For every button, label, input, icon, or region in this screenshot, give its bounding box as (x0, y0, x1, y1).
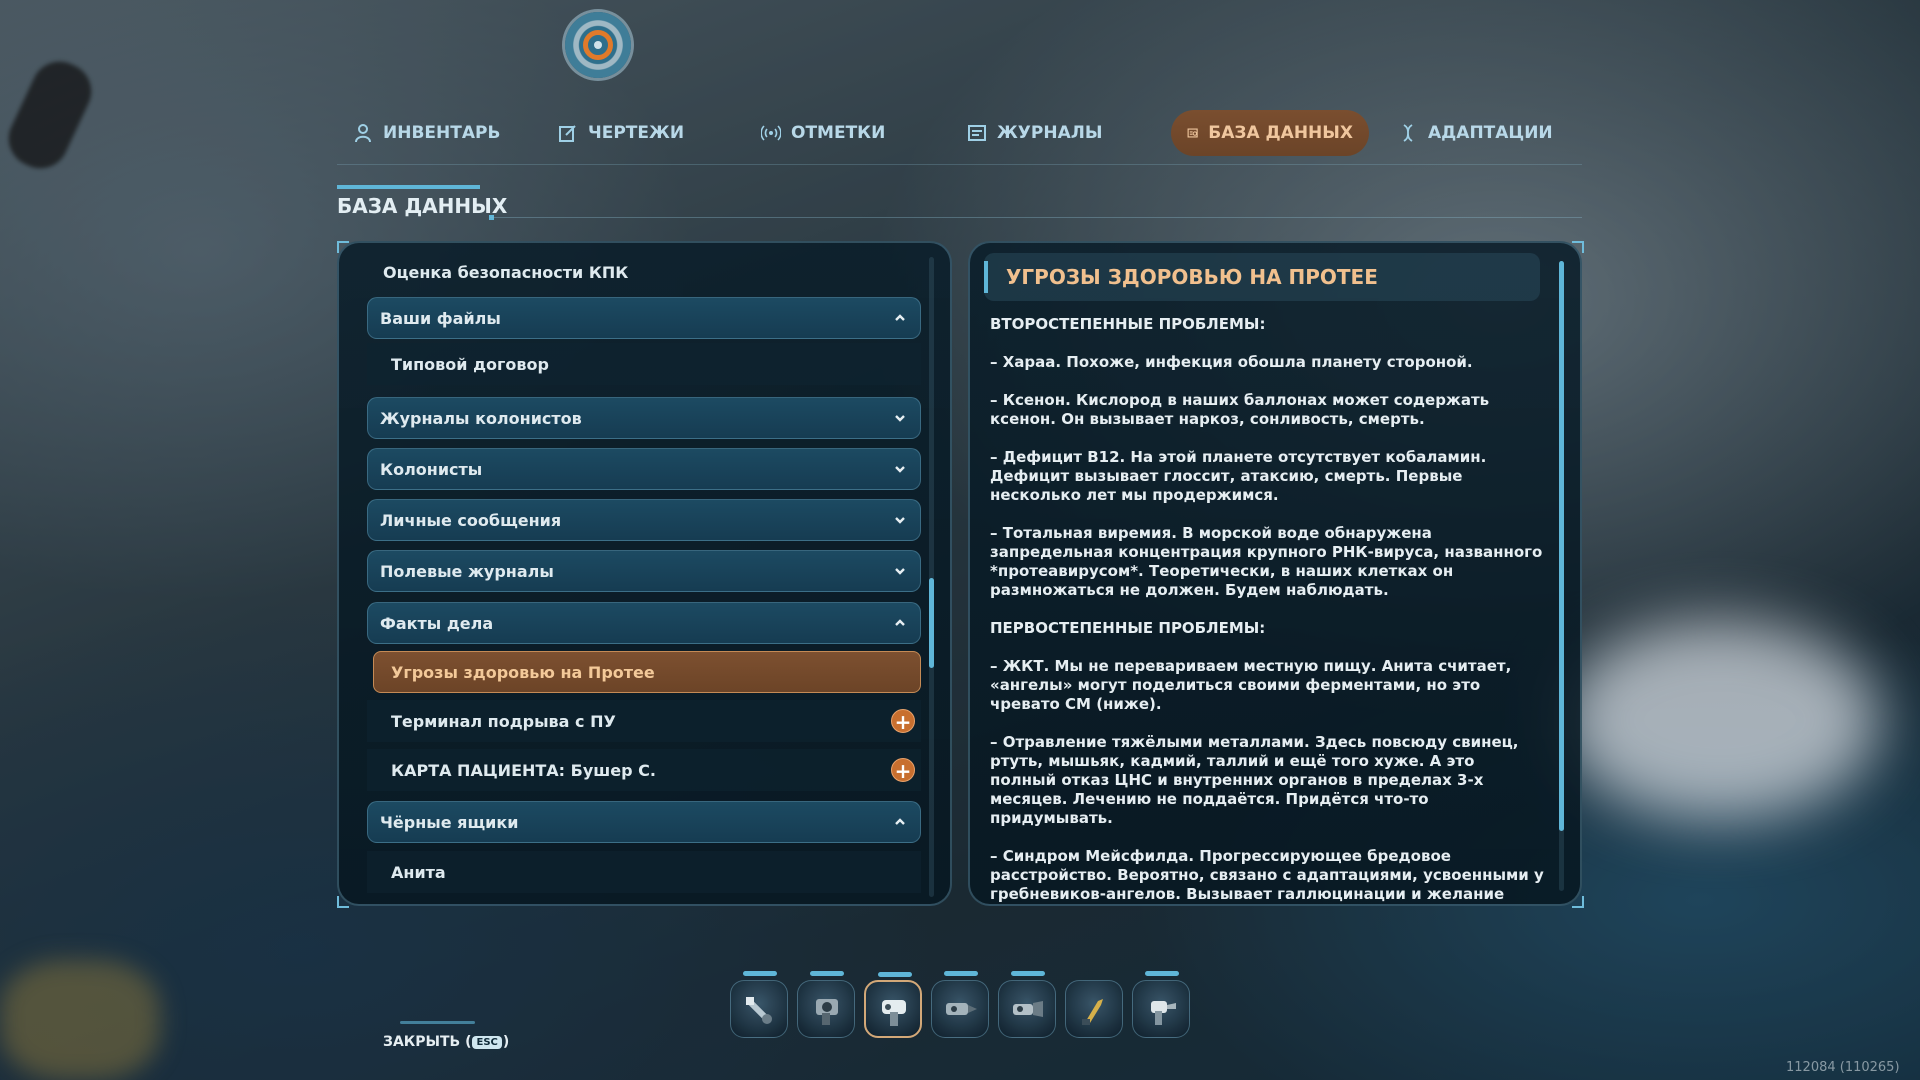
category-black-boxes[interactable]: Чёрные ящики (367, 801, 921, 843)
list-item[interactable]: Терминал подрыва с ПУ + (367, 700, 921, 742)
close-button[interactable]: ЗАКРЫТЬ (ESC) (383, 1034, 509, 1050)
chevron-down-icon (895, 517, 905, 524)
quick-slot-5[interactable] (998, 971, 1056, 1038)
tab-label: ОТМЕТКИ (791, 123, 886, 143)
article-heading: ПЕРВОСТЕПЕННЫЕ ПРОБЛЕМЫ: (990, 619, 1266, 637)
database-icon (1187, 128, 1198, 138)
article-paragraph: – Ксенон. Кислород в наших баллонах може… (990, 391, 1490, 428)
background-light (1560, 620, 1880, 820)
builder-tool-icon (882, 1000, 906, 1026)
tab-inventory[interactable]: ИНВЕНТАРЬ (337, 110, 516, 156)
list-item[interactable]: КАРТА ПАЦИЕНТА: Бушер С. + (367, 749, 921, 791)
slot-indicator (1145, 971, 1179, 976)
article-title: УГРОЗЫ ЗДОРОВЬЮ НА ПРОТЕЕ (1006, 265, 1378, 289)
spray-tool-icon (1151, 1001, 1176, 1025)
category-case-facts[interactable]: Факты дела (367, 602, 921, 644)
list-item[interactable]: Анита (367, 851, 921, 893)
tab-journals[interactable]: ЖУРНАЛЫ (951, 110, 1119, 156)
list-item-selected[interactable]: Угрозы здоровью на Протее (373, 651, 921, 693)
article-header: УГРОЗЫ ЗДОРОВЬЮ НА ПРОТЕЕ (984, 253, 1540, 301)
category-field-logs[interactable]: Полевые журналы (367, 550, 921, 592)
slot-indicator (944, 971, 978, 976)
quick-slot-4[interactable] (931, 971, 989, 1038)
signal-broadcast-icon (761, 125, 781, 141)
category-colonists[interactable]: Колонисты (367, 448, 921, 490)
article-paragraph: – ЖКТ. Мы не перевариваем местную пищу. … (990, 657, 1512, 713)
repair-tool-icon (816, 999, 838, 1025)
article-paragraph: – Дефицит B12. На этой планете отсутству… (990, 448, 1487, 504)
chevron-down-icon (895, 466, 905, 473)
scanner-tool-icon (746, 997, 772, 1024)
new-entry-plus-icon: + (891, 709, 915, 734)
article-header-accent (984, 261, 988, 293)
close-hint-line (400, 1021, 475, 1024)
background-shade (0, 0, 1920, 1080)
knife-tool-icon (1082, 999, 1103, 1025)
article-paragraph: – Отравление тяжёлыми металлами. Здесь п… (990, 733, 1519, 827)
tab-label: ИНВЕНТАРЬ (383, 123, 501, 143)
quick-slot-6[interactable] (1065, 980, 1123, 1038)
category-personal-messages[interactable]: Личные сообщения (367, 499, 921, 541)
quick-slot-2[interactable] (797, 971, 855, 1038)
article-panel: УГРОЗЫ ЗДОРОВЬЮ НА ПРОТЕЕ ВТОРОСТЕПЕННЫЕ… (968, 241, 1582, 906)
article-paragraph: – Синдром Мейсфилда. Прогрессирующее бре… (990, 847, 1544, 903)
dna-icon (1403, 124, 1413, 142)
person-icon (355, 124, 371, 143)
tab-label: БАЗА ДАННЫХ (1208, 123, 1353, 143)
quick-slot-3[interactable] (864, 972, 922, 1038)
page-title: БАЗА ДАННЫХ (337, 194, 508, 218)
list-item[interactable]: Типовой договор (367, 343, 921, 385)
article-paragraph: – Тотальная виремия. В морской воде обна… (990, 524, 1543, 599)
journal-icon (968, 125, 986, 141)
slot-indicator (1011, 971, 1045, 976)
quick-slot-1[interactable] (730, 971, 788, 1038)
quick-slot-7[interactable] (1132, 971, 1190, 1038)
tab-blueprints[interactable]: ЧЕРТЕЖИ (542, 110, 700, 156)
article-scrollbar-thumb[interactable] (1559, 261, 1564, 831)
list-item[interactable]: Оценка безопасности КПК (367, 251, 921, 293)
build-number: 112084 (110265) (1786, 1060, 1900, 1075)
tab-adaptations[interactable]: АДАПТАЦИИ (1382, 110, 1569, 156)
pda-logo-icon (565, 12, 631, 78)
tab-database[interactable]: БАЗА ДАННЫХ (1171, 110, 1369, 156)
list-scrollbar-thumb[interactable] (929, 578, 934, 668)
panel-corner (337, 241, 349, 253)
chevron-up-icon (895, 314, 905, 321)
article-paragraph: – Хараа. Похоже, инфекция обошла планету… (990, 353, 1473, 371)
esc-key-badge: ESC (472, 1036, 502, 1049)
tab-bar: ИНВЕНТАРЬ ЧЕРТЕЖИ ОТМЕТКИ ЖУРНАЛЫ БАЗА Д… (337, 100, 1582, 162)
tab-label: ЖУРНАЛЫ (997, 123, 1103, 143)
category-colonist-logs[interactable]: Журналы колонистов (367, 397, 921, 439)
tab-label: АДАПТАЦИИ (1428, 123, 1553, 143)
new-entry-plus-icon: + (891, 758, 915, 783)
drill-tool-icon (946, 1003, 977, 1015)
section-underline (337, 185, 480, 189)
chevron-up-icon (895, 619, 905, 626)
chevron-down-icon (895, 415, 905, 422)
database-list-panel: Оценка безопасности КПК Ваши файлы Типов… (337, 241, 952, 906)
category-your-files[interactable]: Ваши файлы (367, 297, 921, 339)
article-heading: ВТОРОСТЕПЕННЫЕ ПРОБЛЕМЫ: (990, 315, 1266, 333)
section-rule (490, 217, 1582, 218)
article-body: ВТОРОСТЕПЕННЫЕ ПРОБЛЕМЫ: – Хараа. Похоже… (990, 315, 1545, 904)
panel-corner (337, 896, 349, 908)
chevron-down-icon (895, 568, 905, 575)
tab-divider (337, 164, 1582, 165)
grapple-tool-icon (1013, 1001, 1043, 1017)
tab-markers[interactable]: ОТМЕТКИ (745, 110, 901, 156)
slot-indicator (878, 972, 912, 977)
list-scrollbar[interactable] (929, 257, 934, 897)
slot-indicator (743, 971, 777, 976)
slot-indicator (810, 971, 844, 976)
background-floor (0, 960, 160, 1080)
blueprint-pencil-icon (559, 125, 576, 142)
chevron-up-icon (895, 818, 905, 825)
tab-label: ЧЕРТЕЖИ (588, 123, 685, 143)
